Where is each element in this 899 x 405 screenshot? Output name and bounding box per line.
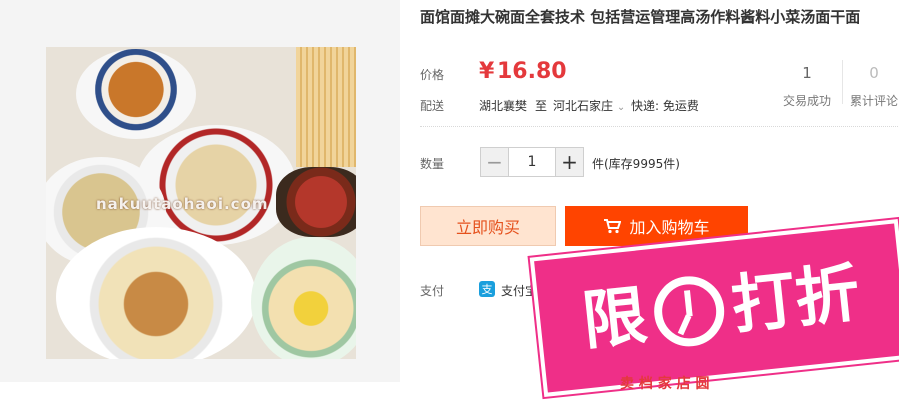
- payment-label: 支付: [420, 284, 445, 298]
- price-currency: ¥: [479, 59, 495, 84]
- stock-info: 件(库存9995件): [592, 157, 680, 171]
- dish-image: [276, 167, 356, 237]
- transactions-stat: 1 交易成功: [781, 64, 833, 109]
- reviews-stat[interactable]: 0 累计评论: [849, 64, 899, 109]
- quantity-input[interactable]: 1: [508, 148, 556, 176]
- transactions-count: 1: [802, 64, 812, 82]
- alipay-icon: 支: [479, 281, 495, 297]
- photo-watermark: nakuutaohaoi.com: [96, 195, 269, 213]
- reviews-label: 累计评论: [849, 94, 898, 108]
- ship-destination-select[interactable]: 河北石家庄 ⌄: [553, 97, 625, 114]
- clock-icon: [650, 272, 728, 350]
- ship-destination: 河北石家庄: [553, 99, 614, 113]
- ship-to-word: 至: [535, 99, 548, 113]
- bowl-image: [251, 237, 356, 359]
- divider: [420, 126, 898, 127]
- cart-icon: [604, 219, 622, 234]
- bowl-image: [56, 227, 256, 359]
- promo-strip: 卖 档 家 店 圆: [620, 376, 710, 392]
- stat-divider: [842, 60, 843, 104]
- noodle-image: [296, 47, 356, 167]
- badge-text-left: 限: [578, 279, 651, 360]
- product-photo[interactable]: nakuutaohaoi.com: [46, 47, 356, 359]
- product-title: 面馆面摊大碗面全套技术 包括营运管理高汤作料酱料小菜汤面干面: [420, 8, 861, 26]
- add-to-cart-label: 加入购物车: [629, 218, 710, 237]
- ship-from: 湖北襄樊: [479, 99, 528, 113]
- product-gallery: nakuutaohaoi.com: [0, 0, 400, 382]
- quantity-label: 数量: [420, 157, 445, 171]
- decrease-quantity-button[interactable]: −: [481, 148, 508, 176]
- badge-text-right: 打折: [728, 256, 864, 344]
- price-label: 价格: [420, 68, 445, 82]
- quantity-stepper: − 1 +: [480, 147, 584, 177]
- increase-quantity-button[interactable]: +: [556, 148, 583, 176]
- express-fee: 快递: 免运费: [631, 99, 699, 113]
- bowl-image: [76, 49, 196, 139]
- chevron-down-icon: ⌄: [616, 102, 626, 113]
- transactions-label: 交易成功: [782, 94, 831, 108]
- reviews-count: 0: [869, 64, 879, 82]
- shipping-label: 配送: [420, 99, 445, 113]
- price-value: 16.80: [497, 59, 567, 84]
- buy-now-button[interactable]: 立即购买: [420, 206, 556, 246]
